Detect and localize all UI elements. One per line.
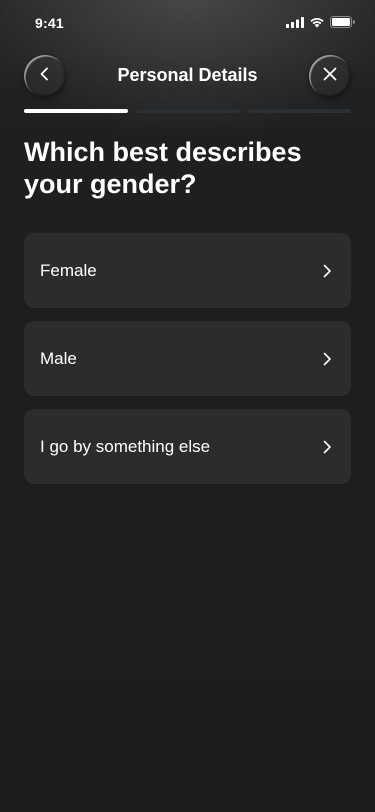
option-label: Male bbox=[40, 348, 77, 368]
progress-segment-3 bbox=[246, 109, 351, 113]
option-male[interactable]: Male bbox=[24, 321, 351, 396]
status-bar: 9:41 bbox=[0, 0, 375, 44]
option-label: I go by something else bbox=[40, 436, 211, 456]
chevron-right-icon bbox=[319, 263, 335, 279]
header: Personal Details bbox=[0, 55, 375, 95]
progress-segment-2 bbox=[135, 109, 240, 113]
chevron-right-icon bbox=[319, 351, 335, 367]
screen: 9:41 Personal Details Which best describ… bbox=[0, 0, 375, 812]
close-icon bbox=[322, 66, 338, 87]
question-title: Which best describes your gender? bbox=[24, 137, 302, 199]
battery-icon bbox=[330, 16, 355, 28]
status-icons bbox=[286, 16, 355, 28]
option-something-else[interactable]: I go by something else bbox=[24, 409, 351, 484]
options-list: Female Male I go by something else bbox=[24, 233, 351, 497]
option-female[interactable]: Female bbox=[24, 233, 351, 308]
progress-segment-1 bbox=[24, 109, 129, 113]
cellular-signal-icon bbox=[286, 16, 304, 28]
option-label: Female bbox=[40, 260, 97, 280]
status-time: 9:41 bbox=[35, 15, 64, 31]
wifi-icon bbox=[309, 17, 325, 28]
progress-indicator bbox=[24, 109, 351, 113]
close-button[interactable] bbox=[309, 55, 351, 97]
chevron-right-icon bbox=[319, 439, 335, 455]
